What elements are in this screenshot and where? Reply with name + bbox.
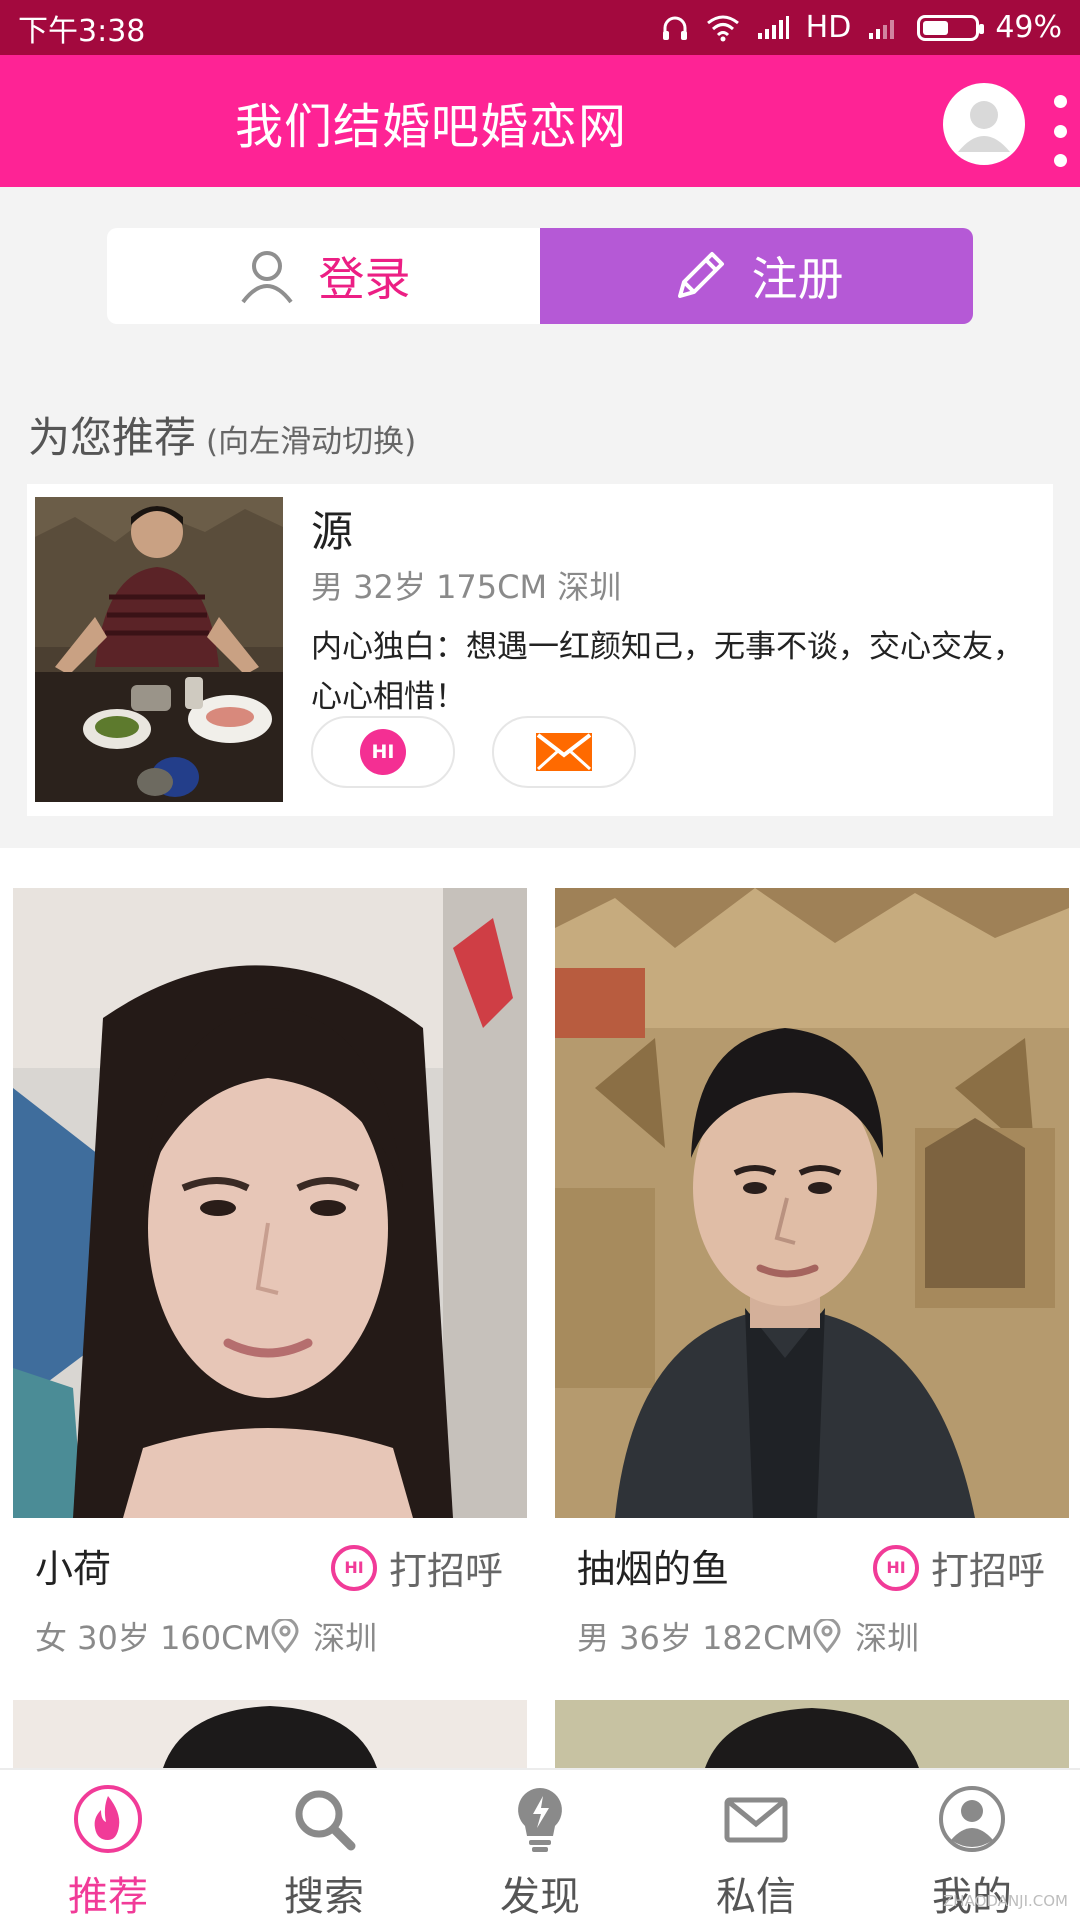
nav-item-messages[interactable]: 私信: [648, 1770, 864, 1920]
recommend-name: 源: [311, 507, 354, 556]
say-hi-button[interactable]: HI: [311, 716, 455, 788]
recommend-card[interactable]: 源 男 32岁 175CM 深圳 内心独白：想遇一红颜知己，无事不谈，交心交友，…: [27, 484, 1053, 816]
recommend-bio: 内心独白：想遇一红颜知己，无事不谈，交心交友，心心相惜！: [311, 629, 1024, 715]
nav-item-search[interactable]: 搜索: [216, 1770, 432, 1920]
lightbulb-icon: [505, 1784, 575, 1854]
recommend-title: 为您推荐: [28, 413, 197, 462]
signal-weak-icon: [869, 19, 895, 39]
status-icons: HD 49%: [660, 10, 1062, 45]
profile-card[interactable]: 小荷 HI 打招呼 女 30岁 160CM 深圳: [13, 888, 527, 1657]
pencil-icon: [677, 252, 724, 298]
nav-label: 私信: [716, 1874, 796, 1920]
profile-name: 小荷: [35, 1547, 112, 1591]
nav-label: 推荐: [68, 1874, 148, 1920]
hi-icon: HI: [360, 729, 406, 775]
profile-city: 深圳: [855, 1619, 920, 1657]
nav-label: 搜索: [284, 1874, 364, 1920]
battery-percent: 49%: [995, 10, 1062, 45]
profile-photo-partial[interactable]: [555, 1700, 1069, 1768]
recommend-heading: 为您推荐 (向左滑动切换): [28, 404, 416, 465]
greet-label: 打招呼: [388, 1549, 503, 1593]
auth-bar: 登录 注册: [107, 228, 973, 324]
recommend-hint: (向左滑动切换): [206, 424, 417, 460]
profile-meta: 男 36岁 182CM 深圳: [577, 1613, 919, 1659]
recommend-meta: 男 32岁 175CM 深圳: [311, 568, 622, 606]
app-title: 我们结婚吧婚恋网: [235, 99, 628, 155]
profile-card[interactable]: 抽烟的鱼 HI 打招呼 男 36岁 182CM 深圳: [555, 888, 1069, 1657]
profile-photo-partial[interactable]: [13, 1700, 527, 1768]
greet-label: 打招呼: [930, 1549, 1045, 1593]
app-header: 我们结婚吧婚恋网: [0, 55, 1080, 187]
watermark: ZHAODANJI.COM: [943, 1892, 1068, 1910]
profile-stats: 男 36岁 182CM: [577, 1619, 814, 1657]
user-avatar-icon: [958, 101, 1010, 152]
profile-city: 深圳: [313, 1619, 378, 1657]
mail-icon: [721, 1784, 791, 1854]
recommend-photo[interactable]: [35, 497, 283, 802]
signal-icon: [757, 15, 789, 39]
bottom-nav: 推荐 搜索 发现 私信 我的 ZHAODANJI.COM: [0, 1768, 1080, 1920]
location-pin-icon: [271, 1619, 299, 1653]
profile-name: 抽烟的鱼: [577, 1547, 730, 1591]
login-button[interactable]: 登录: [107, 228, 540, 324]
status-bar: 下午3:38 HD 49%: [0, 0, 1080, 55]
user-icon: [937, 1784, 1007, 1854]
nav-item-recommend[interactable]: 推荐: [0, 1770, 216, 1920]
person-outline-icon: [240, 251, 293, 304]
wifi-icon: [706, 15, 739, 41]
hi-bubble-icon: HI: [330, 1544, 377, 1591]
search-icon: [289, 1784, 359, 1854]
location-pin-icon: [813, 1619, 841, 1653]
greet-button[interactable]: HI 打招呼: [872, 1540, 1045, 1595]
battery-icon: [917, 14, 985, 41]
more-menu-icon[interactable]: [1050, 95, 1070, 167]
battery-fill: [923, 20, 948, 35]
profile-stats: 女 30岁 160CM: [35, 1619, 272, 1657]
headphones-icon: [662, 16, 687, 40]
register-button[interactable]: 注册: [540, 228, 973, 324]
nav-label: 发现: [500, 1874, 580, 1920]
profile-photo[interactable]: [13, 888, 527, 1518]
nav-item-discover[interactable]: 发现: [432, 1770, 648, 1920]
header-avatar[interactable]: [943, 83, 1025, 165]
network-type: HD: [805, 10, 852, 45]
greet-button[interactable]: HI 打招呼: [330, 1540, 503, 1595]
profile-photo[interactable]: [555, 888, 1069, 1518]
register-label: 注册: [751, 252, 844, 306]
hi-bubble-icon: HI: [872, 1544, 919, 1591]
envelope-icon: [536, 733, 592, 771]
flame-icon: [73, 1784, 143, 1854]
login-label: 登录: [318, 252, 411, 306]
profile-meta: 女 30岁 160CM 深圳: [35, 1613, 377, 1659]
send-message-button[interactable]: [492, 716, 636, 788]
status-time: 下午3:38: [18, 13, 146, 49]
